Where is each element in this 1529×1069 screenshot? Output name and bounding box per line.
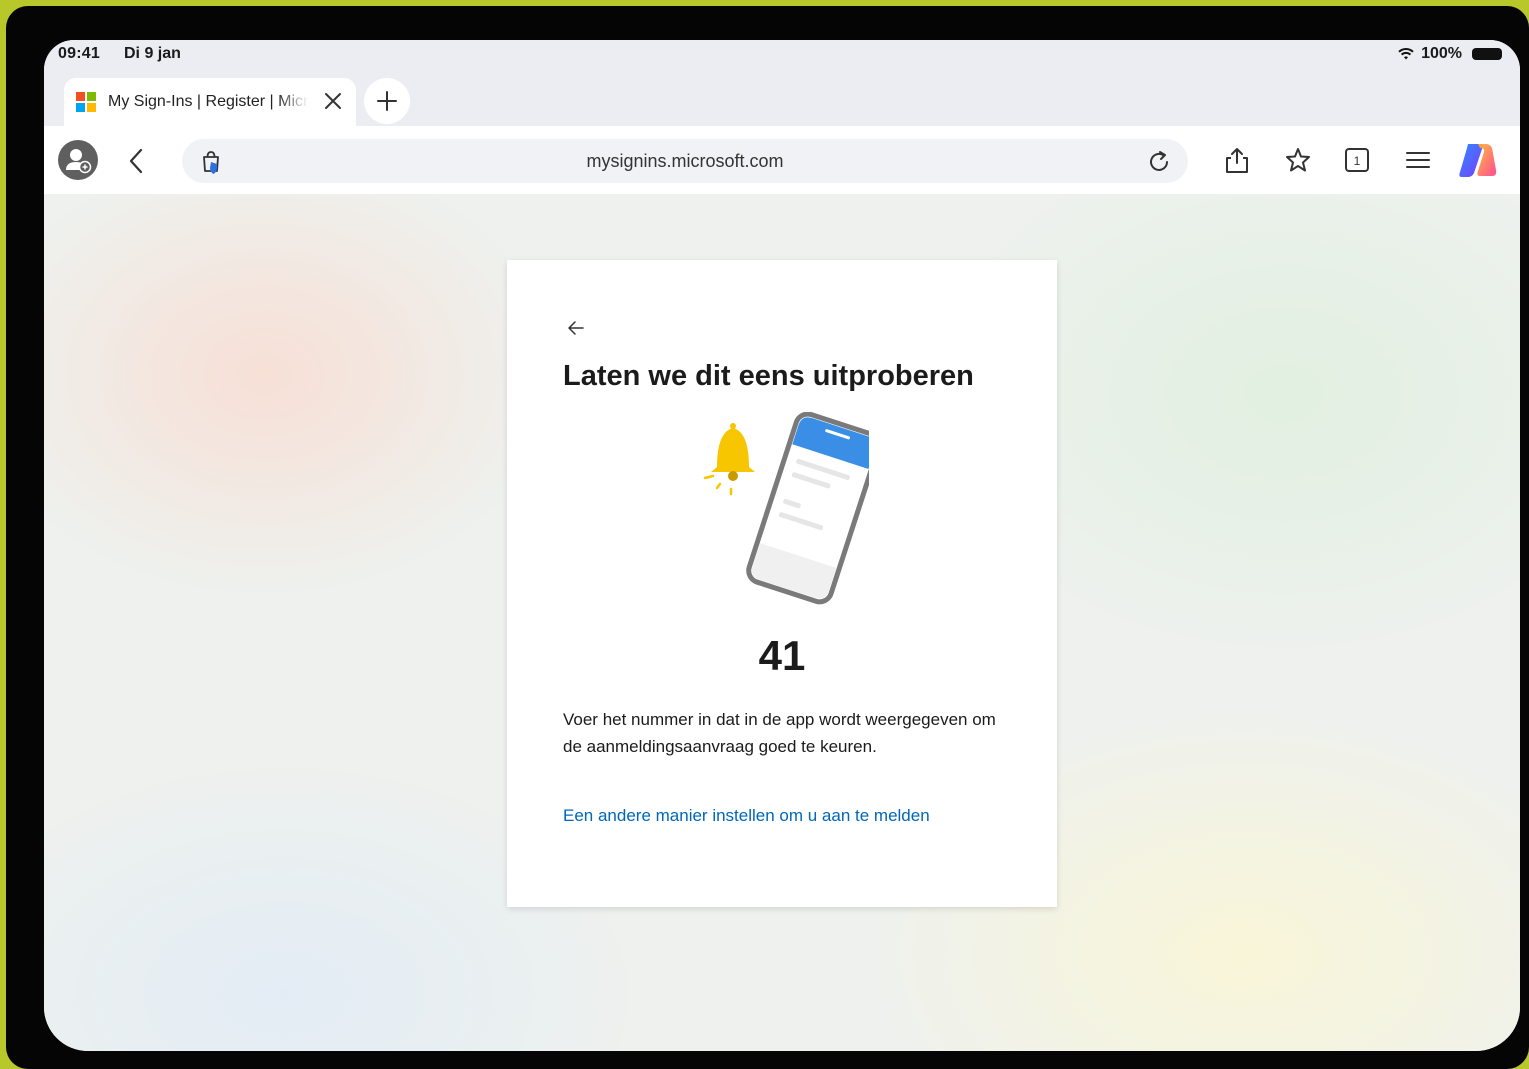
phone-icon — [746, 412, 869, 605]
menu-icon[interactable] — [1404, 146, 1432, 174]
tabs-icon[interactable]: 1 — [1344, 146, 1370, 174]
microsoft-logo-icon — [76, 92, 96, 112]
browser-tab[interactable]: My Sign-Ins | Register | Microsoft — [64, 78, 356, 126]
verification-number: 41 — [758, 632, 806, 679]
star-icon[interactable] — [1284, 146, 1312, 174]
address-bar[interactable]: mysignins.microsoft.com — [182, 139, 1188, 183]
status-time: 09:41 — [58, 45, 100, 62]
share-icon[interactable] — [1224, 146, 1250, 174]
tab-title: My Sign-Ins | Register | Microsoft — [108, 93, 308, 110]
alternative-method-link[interactable]: Een andere manier instellen om u aan te … — [563, 806, 930, 826]
status-date: Di 9 jan — [124, 45, 181, 62]
browser-toolbar: mysignins.microsoft.com 1 — [44, 126, 1520, 194]
back-icon[interactable] — [128, 148, 144, 174]
card-title: Laten we dit eens uitproberen — [563, 360, 974, 392]
battery-percent: 100% — [1421, 45, 1462, 62]
new-tab-button[interactable] — [364, 78, 410, 124]
status-bar: 09:41 Di 9 jan 100% — [44, 40, 1520, 70]
mfa-card: Laten we dit eens uitproberen 41 Voer he… — [507, 260, 1057, 907]
tab-bar: My Sign-Ins | Register | Microsoft — [44, 70, 1520, 126]
battery-icon — [1472, 48, 1502, 60]
close-icon[interactable] — [322, 90, 344, 112]
screen: 09:41 Di 9 jan 100% My Sign-Ins | Regist… — [44, 40, 1520, 1051]
plus-icon — [377, 91, 397, 111]
reload-icon[interactable] — [1146, 149, 1172, 175]
bell-icon — [703, 423, 755, 496]
phone-notification-illustration — [703, 412, 869, 605]
page-content: Laten we dit eens uitproberen 41 Voer he… — [44, 194, 1520, 1051]
url-text: mysignins.microsoft.com — [586, 151, 784, 171]
device-bezel: 09:41 Di 9 jan 100% My Sign-Ins | Regist… — [6, 6, 1529, 1069]
back-arrow-icon[interactable] — [567, 320, 585, 336]
instructions-text: Voer het nummer in dat in de app wordt w… — [563, 710, 996, 756]
profile-icon[interactable] — [58, 140, 98, 180]
copilot-icon[interactable] — [1456, 140, 1498, 180]
wifi-icon — [1398, 47, 1414, 60]
svg-text:1: 1 — [1354, 154, 1361, 168]
status-right: 100% — [1397, 45, 1502, 63]
